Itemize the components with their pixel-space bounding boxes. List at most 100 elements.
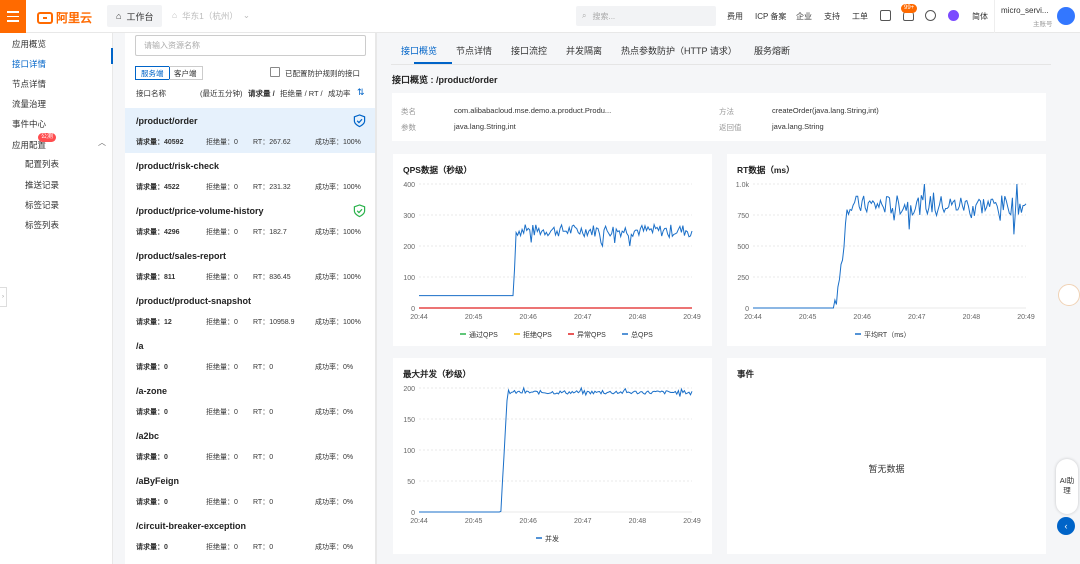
list-item[interactable]: /product/risk-check 请求量：4522 拒绝量：0 RT：231.3… [125, 153, 377, 198]
avatar[interactable] [1057, 7, 1075, 25]
image-icon[interactable] [880, 10, 891, 21]
list-item[interactable]: /circuit-breaker-exception 请求量：0 拒绝量：0 RT：0… [125, 513, 377, 558]
list-item[interactable]: /a 请求量：0 拒绝量：0 RT：0 成功率：0% [125, 333, 377, 378]
list-item-rt: RT：0 [253, 454, 274, 461]
brand-logo[interactable]: 阿里云 [37, 9, 92, 26]
user-name: micro_servi... [1001, 6, 1049, 15]
series-line [419, 222, 693, 297]
chevron-down-icon: ⌄ [242, 10, 250, 20]
list-item[interactable]: /a-zone 请求量：0 拒绝量：0 RT：0 成功率：0% [125, 378, 377, 423]
language-switch[interactable]: 简体 [972, 11, 988, 22]
info-class-label: 类名 [401, 107, 416, 116]
ai-icon[interactable] [948, 10, 959, 21]
list-item-requests: 请求量：0 [136, 544, 168, 551]
legend-label: 并发 [545, 534, 559, 543]
y-tick-label: 0 [411, 306, 415, 313]
tab-overview[interactable]: 接口概览 [401, 44, 437, 57]
legend-label: 通过QPS [469, 330, 498, 339]
sidebar-item-config-list[interactable]: 配置列表 [25, 158, 59, 170]
list-item-name: /product/order [136, 116, 198, 126]
legend-label: 异常QPS [577, 330, 606, 339]
nav-ticket[interactable]: 工单 [852, 11, 868, 22]
tab-node-detail[interactable]: 节点详情 [456, 44, 492, 57]
list-item[interactable]: /product/product-snapshot 请求量：12 拒绝量：0 RT：1… [125, 288, 377, 333]
nav-support[interactable]: 支持 [824, 11, 840, 22]
tab-concurrency-isolation[interactable]: 并发隔离 [566, 44, 602, 57]
sidebar-item-traffic[interactable]: 流量治理 [12, 98, 46, 110]
info-method-label: 方法 [719, 107, 734, 116]
protected-only-checkbox[interactable] [270, 67, 280, 77]
col-header-window: (最近五分钟) [200, 89, 243, 98]
y-tick-label: 750 [737, 213, 749, 220]
list-item[interactable]: /aByFeign 请求量：0 拒绝量：0 RT：0 成功率：0% [125, 468, 377, 513]
concurrency-chart: 0 50 100 150 200 20:44 20:45 20:46 20:47 20:48 20:… [403, 386, 701, 543]
x-tick-label: 20:49 [683, 518, 701, 525]
ai-assistant-button[interactable]: AI助理 [1056, 459, 1078, 514]
floating-helper-icon[interactable] [1058, 284, 1080, 306]
workbench-button[interactable]: ⌂ 工作台 [107, 5, 163, 27]
info-method-value: createOrder(java.lang.String,int) [772, 106, 879, 115]
y-tick-label: 500 [737, 244, 749, 251]
y-tick-label: 0 [745, 306, 749, 313]
region-selector[interactable]: ⌂ 华东1（杭州） ⌄ [172, 10, 250, 22]
sidebar: 应用概览 接口详情 节点详情 流量治理 事件中心 应用配置 配置列表 推送记录 … [0, 33, 113, 564]
x-tick-label: 20:47 [908, 314, 926, 321]
seg-client[interactable]: 客户端 [169, 66, 203, 80]
list-item-rt: RT：0 [253, 499, 274, 506]
x-tick-label: 20:47 [574, 314, 592, 321]
list-item-success: 成功率：100% [315, 184, 361, 191]
collapse-left-icon[interactable]: ‹ [1057, 517, 1075, 535]
col-header-requests[interactable]: 请求量 / [248, 88, 275, 99]
sidebar-item-tag-list[interactable]: 标签列表 [25, 219, 59, 231]
tab-hotspot-protection[interactable]: 热点参数防护（HTTP 请求） [621, 44, 737, 57]
x-tick-label: 20:49 [1017, 314, 1035, 321]
tab-active-indicator [414, 62, 452, 64]
tab-flow-control[interactable]: 接口流控 [511, 44, 547, 57]
interface-info-box: 类名 com.alibabacloud.mse.demo.a.product.P… [392, 93, 1046, 141]
menu-icon[interactable] [0, 0, 26, 33]
col-header-success[interactable]: 成功率 [328, 88, 351, 99]
rt-chart-card: RT数据（ms） 0 250 500 750 1.0k 20:44 20:45 20:46 20… [727, 154, 1046, 346]
tab-circuit-breaker[interactable]: 服务熔断 [754, 44, 790, 57]
workbench-label: 工作台 [126, 11, 154, 22]
list-item[interactable]: /a2bc 请求量：0 拒绝量：0 RT：0 成功率：0% [125, 423, 377, 468]
global-search-input[interactable]: ⌕ 搜索... [576, 6, 716, 26]
seg-server[interactable]: 服务端 [135, 66, 170, 80]
sidebar-item-node-detail[interactable]: 节点详情 [12, 78, 46, 90]
sidebar-item-push-records[interactable]: 推送记录 [25, 179, 59, 191]
resource-search-input[interactable]: 请输入资源名称 [135, 35, 366, 56]
legend-label: 平均RT（ms） [864, 330, 911, 339]
list-item-success: 成功率：100% [315, 274, 361, 281]
list-item-success: 成功率：100% [315, 319, 361, 326]
list-item-rejects: 拒绝量：0 [206, 184, 238, 191]
nav-billing[interactable]: 费用 [727, 11, 743, 22]
help-icon[interactable] [925, 10, 936, 21]
sidebar-item-tag-records[interactable]: 标签记录 [25, 199, 59, 211]
x-tick-label: 20:45 [465, 314, 483, 321]
list-item-rejects: 拒绝量：0 [206, 274, 238, 281]
nav-icp[interactable]: ICP 备案 [755, 11, 786, 22]
x-tick-label: 20:44 [744, 314, 762, 321]
list-item-success: 成功率：100% [315, 139, 361, 146]
list-item[interactable]: /product/sales-report 请求量：811 拒绝量：0 RT：836.… [125, 243, 377, 288]
chevron-up-icon[interactable]: ︿ [98, 137, 106, 148]
sidebar-item-app-overview[interactable]: 应用概览 [12, 38, 46, 50]
x-tick-label: 20:46 [519, 314, 537, 321]
y-tick-label: 400 [403, 182, 415, 189]
nav-enterprise[interactable]: 企业 [796, 11, 812, 22]
x-tick-label: 20:47 [574, 518, 592, 525]
events-card: 事件 暂无数据 [727, 358, 1046, 554]
sidebar-item-interface-detail[interactable]: 接口详情 [12, 58, 46, 70]
list-item[interactable]: /product/order 请求量：40592 拒绝量：0 RT：267.62 成功率… [125, 108, 377, 153]
list-item[interactable]: /product/price-volume-history 请求量：4296 拒绝量… [125, 198, 377, 243]
user-menu[interactable]: micro_servi... 主账号 [994, 0, 1080, 33]
sort-icon[interactable]: ⇅ [357, 87, 365, 98]
sidebar-item-events[interactable]: 事件中心 [12, 118, 46, 130]
col-header-rej-rt[interactable]: 拒绝量 / RT / [280, 88, 323, 99]
list-item-rt: RT：231.32 [253, 184, 291, 191]
rt-chart: 0 250 500 750 1.0k 20:44 20:45 20:46 20:47 20:48 2… [736, 182, 1035, 339]
sidebar-collapse-handle[interactable]: › [0, 287, 7, 307]
region-label: 华东1（杭州） [182, 11, 238, 21]
list-item-rejects: 拒绝量：0 [206, 229, 238, 236]
concurrency-chart-title: 最大并发（秒级） [403, 369, 472, 379]
